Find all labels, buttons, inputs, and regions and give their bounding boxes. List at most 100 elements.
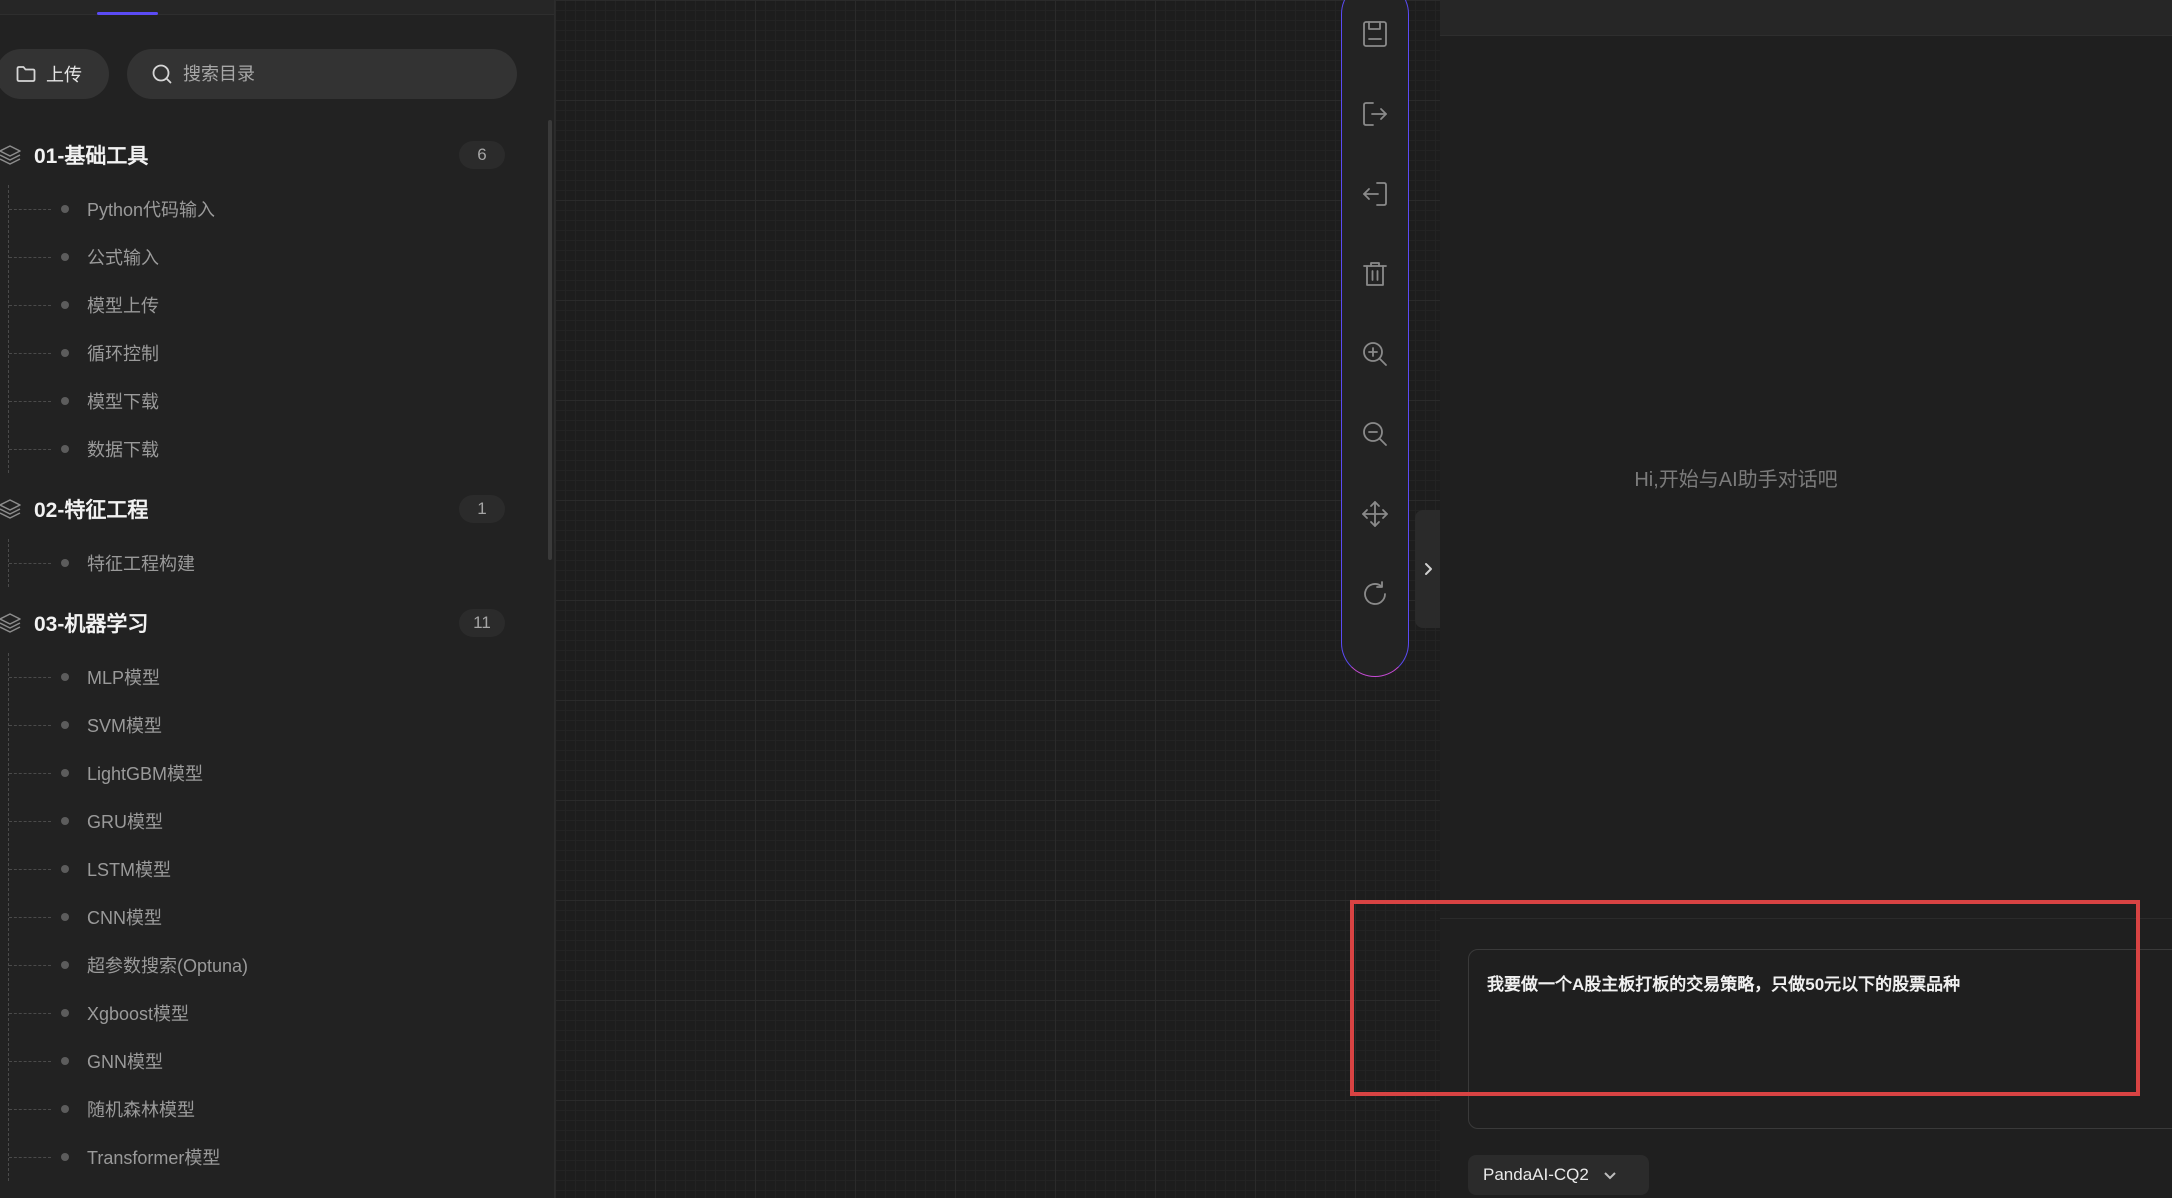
category-header[interactable]: 03-机器学习 11 <box>0 593 554 653</box>
bullet-dot <box>61 1105 69 1113</box>
zoom-out-icon <box>1363 422 1387 446</box>
delete-button[interactable] <box>1355 254 1395 294</box>
workflow-canvas[interactable] <box>555 0 1440 1198</box>
component-tree: 01-基础工具 6 Python代码输入 公式输入 模型上传 循环控制 模型下载… <box>0 125 554 1198</box>
component-item-label: 特征工程构建 <box>87 554 195 574</box>
component-item-label: LSTM模型 <box>87 860 172 880</box>
component-item[interactable]: Python代码输入 <box>9 185 554 233</box>
empty-chat-hint-text: Hi,开始与AI助手对话吧 <box>1634 469 1838 491</box>
bullet-dot <box>61 349 69 357</box>
catalog-search-input[interactable] <box>183 63 483 85</box>
delete-icon <box>1363 262 1387 286</box>
component-item[interactable]: 循环控制 <box>9 329 554 377</box>
component-item[interactable]: CNN模型 <box>9 893 554 941</box>
layers-icon <box>0 499 21 519</box>
bullet-dot <box>61 1153 69 1161</box>
category-items: 特征工程构建 <box>8 539 554 587</box>
category-feature-engineering: 02-特征工程 1 特征工程构建 <box>0 479 554 587</box>
chat-divider <box>1440 918 2172 919</box>
zoom-in-icon <box>1363 342 1387 366</box>
component-item-label: GNN模型 <box>87 1052 163 1072</box>
component-item[interactable]: 模型下载 <box>9 377 554 425</box>
category-items: MLP模型 SVM模型 LightGBM模型 GRU模型 LSTM模型 CNN模… <box>8 653 554 1181</box>
category-basic-tools: 01-基础工具 6 Python代码输入 公式输入 模型上传 循环控制 模型下载… <box>0 125 554 473</box>
component-item[interactable]: Xgboost模型 <box>9 989 554 1037</box>
component-item-label: 公式输入 <box>87 248 159 268</box>
collapse-ai-panel-button[interactable] <box>1415 510 1440 628</box>
sidebar-tab-strip <box>0 0 554 15</box>
search-icon <box>152 64 172 84</box>
category-items: Python代码输入 公式输入 模型上传 循环控制 模型下载 数据下载 <box>8 185 554 473</box>
component-item-label: 数据下载 <box>87 440 159 460</box>
category-machine-learning: 03-机器学习 11 MLP模型 SVM模型 LightGBM模型 GRU模型 … <box>0 593 554 1181</box>
category-title: 03-机器学习 <box>34 613 149 636</box>
import-icon <box>1363 182 1387 206</box>
bullet-dot <box>61 253 69 261</box>
bullet-dot <box>61 865 69 873</box>
bullet-dot <box>61 205 69 213</box>
export-button[interactable] <box>1355 94 1395 134</box>
save-icon <box>1363 21 1387 47</box>
category-count-badge: 1 <box>459 495 505 523</box>
save-button[interactable] <box>1355 14 1395 54</box>
model-selector-value: PandaAI-CQ2 <box>1483 1165 1589 1184</box>
bullet-dot <box>61 445 69 453</box>
component-item[interactable]: LightGBM模型 <box>9 749 554 797</box>
canvas-toolbar <box>1341 0 1409 677</box>
chat-input-text[interactable]: 我要做一个A股主板打板的交易策略，只做50元以下的股票品种 <box>1487 970 2172 995</box>
bullet-dot <box>61 961 69 969</box>
component-item[interactable]: 超参数搜索(Optuna) <box>9 941 554 989</box>
upload-button-label: 上传 <box>46 65 82 85</box>
component-item[interactable]: 随机森林模型 <box>9 1085 554 1133</box>
component-item[interactable]: GRU模型 <box>9 797 554 845</box>
category-title: 02-特征工程 <box>34 499 149 522</box>
category-title: 01-基础工具 <box>34 145 149 168</box>
export-icon <box>1363 102 1387 126</box>
zoom-out-button[interactable] <box>1355 414 1395 454</box>
component-item-label: Transformer模型 <box>87 1148 221 1168</box>
category-count-badge: 6 <box>459 141 505 169</box>
component-item-label: 模型上传 <box>87 296 159 316</box>
component-item[interactable]: LSTM模型 <box>9 845 554 893</box>
category-count-badge: 11 <box>459 609 505 637</box>
component-item[interactable]: MLP模型 <box>9 653 554 701</box>
bullet-dot <box>61 913 69 921</box>
fit-view-button[interactable] <box>1355 494 1395 534</box>
bullet-dot <box>61 817 69 825</box>
component-item[interactable]: 模型上传 <box>9 281 554 329</box>
ai-assistant-panel: Hi,开始与AI助手对话吧 我要做一个A股主板打板的交易策略，只做50元以下的股… <box>1350 0 2172 1198</box>
bullet-dot <box>61 397 69 405</box>
catalog-search[interactable] <box>127 49 517 99</box>
component-item[interactable]: Transformer模型 <box>9 1133 554 1181</box>
chevron-right-icon <box>1424 563 1432 575</box>
component-item-label: 循环控制 <box>87 344 159 364</box>
component-item-label: 模型下载 <box>87 392 159 412</box>
bullet-dot <box>61 673 69 681</box>
component-item-label: CNN模型 <box>87 908 162 928</box>
category-header[interactable]: 02-特征工程 1 <box>0 479 554 539</box>
refresh-button[interactable] <box>1355 574 1395 614</box>
bullet-dot <box>61 1057 69 1065</box>
bullet-dot <box>61 721 69 729</box>
active-tab-indicator <box>97 12 158 15</box>
folder-icon <box>16 66 36 82</box>
component-item[interactable]: SVM模型 <box>9 701 554 749</box>
model-selector[interactable]: PandaAI-CQ2 <box>1468 1155 1649 1195</box>
component-item-label: 超参数搜索(Optuna) <box>87 956 249 976</box>
component-item-label: SVM模型 <box>87 716 163 736</box>
component-item[interactable]: GNN模型 <box>9 1037 554 1085</box>
bullet-dot <box>61 559 69 567</box>
component-item[interactable]: 公式输入 <box>9 233 554 281</box>
refresh-icon <box>1364 581 1386 605</box>
component-sidebar: 上传 01-基础工具 6 Python代码输入 公式输入 模型上传 循环控制 模… <box>0 0 555 1198</box>
upload-button[interactable]: 上传 <box>0 49 109 99</box>
empty-chat-hint: Hi,开始与AI助手对话吧 <box>1440 463 2032 492</box>
import-button[interactable] <box>1355 174 1395 214</box>
category-header[interactable]: 01-基础工具 6 <box>0 125 554 185</box>
bullet-dot <box>61 301 69 309</box>
component-item[interactable]: 数据下载 <box>9 425 554 473</box>
bullet-dot <box>61 1009 69 1017</box>
zoom-in-button[interactable] <box>1355 334 1395 374</box>
component-item[interactable]: 特征工程构建 <box>9 539 554 587</box>
chat-input[interactable]: 我要做一个A股主板打板的交易策略，只做50元以下的股票品种 <box>1468 949 2172 1129</box>
